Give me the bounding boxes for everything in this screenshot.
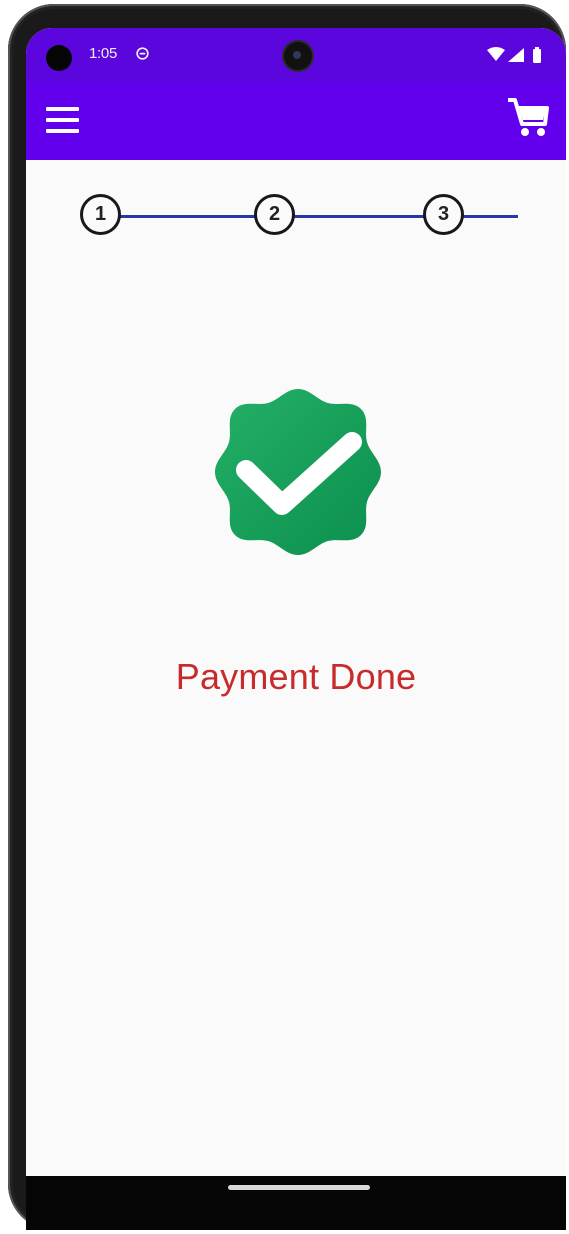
front-sensor bbox=[46, 45, 72, 71]
do-not-disturb-icon bbox=[136, 47, 149, 60]
menu-button[interactable] bbox=[46, 104, 82, 138]
cellular-signal-icon bbox=[508, 48, 524, 62]
status-bar: 1:05 bbox=[26, 28, 566, 82]
hamburger-menu-icon bbox=[46, 107, 79, 133]
status-time: 1:05 bbox=[89, 45, 117, 62]
shopping-cart-icon bbox=[508, 98, 549, 136]
step-3[interactable]: 3 bbox=[423, 194, 464, 235]
wifi-icon bbox=[487, 47, 505, 61]
verified-check-badge-icon bbox=[215, 389, 381, 555]
checkout-stepper: 1 2 3 bbox=[80, 194, 518, 240]
step-1[interactable]: 1 bbox=[80, 194, 121, 235]
front-camera bbox=[284, 42, 312, 70]
home-gesture-handle[interactable] bbox=[228, 1185, 370, 1190]
payment-done-message: Payment Done bbox=[175, 656, 417, 697]
system-navigation-bar bbox=[26, 1176, 566, 1230]
cart-button[interactable] bbox=[506, 96, 550, 140]
payment-success-screen: 1:05 1 2 3 Payment Done bbox=[26, 28, 566, 1176]
app-bar bbox=[26, 82, 566, 160]
status-icons bbox=[487, 47, 541, 63]
step-2[interactable]: 2 bbox=[254, 194, 295, 235]
battery-icon bbox=[533, 47, 541, 63]
